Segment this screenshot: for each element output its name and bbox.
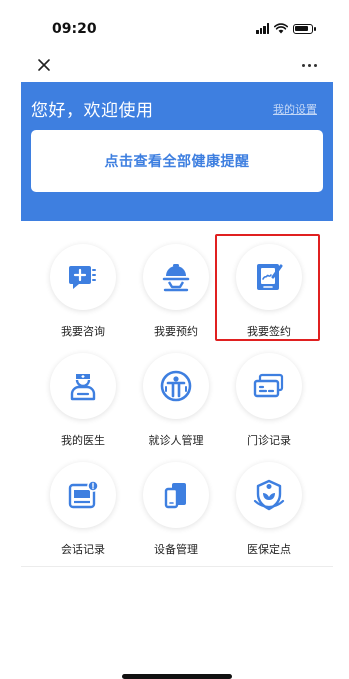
tile-outpatient-record-label: 门诊记录	[247, 434, 291, 447]
status-time: 09:20	[52, 21, 97, 37]
tile-insurance-point-label: 医保定点	[247, 543, 291, 556]
doctor-icon	[50, 353, 116, 419]
insurance-icon	[236, 462, 302, 528]
tile-device-manage[interactable]: 设备管理	[132, 456, 212, 556]
cards-icon	[236, 353, 302, 419]
tile-my-doctor-label: 我的医生	[61, 434, 105, 447]
devices-icon	[143, 462, 209, 528]
patient-icon	[143, 353, 209, 419]
tile-consult-label: 我要咨询	[61, 325, 105, 338]
health-reminder-button[interactable]: 点击查看全部健康提醒	[31, 130, 323, 192]
tile-patient-manage-label: 就诊人管理	[148, 434, 204, 447]
greeting-text: 您好，欢迎使用	[31, 101, 154, 121]
tile-appointment[interactable]: 我要预约	[132, 238, 212, 338]
tile-insurance-point[interactable]: 医保定点	[225, 456, 305, 556]
sign-tablet-icon	[236, 244, 302, 310]
chat-icon	[50, 244, 116, 310]
tile-consult[interactable]: 我要咨询	[39, 238, 119, 338]
home-indicator[interactable]	[122, 674, 232, 679]
tile-chat-record[interactable]: 会话记录	[39, 456, 119, 556]
tile-appointment-label: 我要预约	[154, 325, 198, 338]
wifi-icon	[274, 23, 288, 34]
tile-outpatient-record[interactable]: 门诊记录	[225, 347, 305, 447]
tile-device-manage-label: 设备管理	[154, 543, 198, 556]
close-icon[interactable]	[35, 56, 53, 74]
nav-bar	[21, 50, 333, 82]
phone-screen: 09:20 您好，欢迎使用 我的设置 点击查看全部健康提醒 我要咨询 我要预约 …	[21, 10, 333, 679]
message-record-icon	[50, 462, 116, 528]
service-grid: 我要咨询 我要预约 我要签约 我的医生 就诊人管理 门诊记录 会话记录 设备管理…	[21, 221, 333, 567]
tile-sign-label: 我要签约	[247, 325, 291, 338]
more-icon[interactable]	[299, 56, 319, 74]
signal-icon	[256, 23, 269, 34]
tile-chat-record-label: 会话记录	[61, 543, 105, 556]
battery-icon	[293, 23, 316, 34]
status-bar: 09:20	[21, 10, 333, 50]
header-banner: 您好，欢迎使用 我的设置 点击查看全部健康提醒	[21, 82, 333, 221]
settings-link[interactable]: 我的设置	[273, 101, 317, 117]
health-reminder-label: 点击查看全部健康提醒	[104, 154, 250, 170]
tile-my-doctor[interactable]: 我的医生	[39, 347, 119, 447]
tile-sign[interactable]: 我要签约	[225, 238, 305, 338]
service-bell-icon	[143, 244, 209, 310]
tile-patient-manage[interactable]: 就诊人管理	[132, 347, 212, 447]
status-icons	[256, 23, 316, 34]
